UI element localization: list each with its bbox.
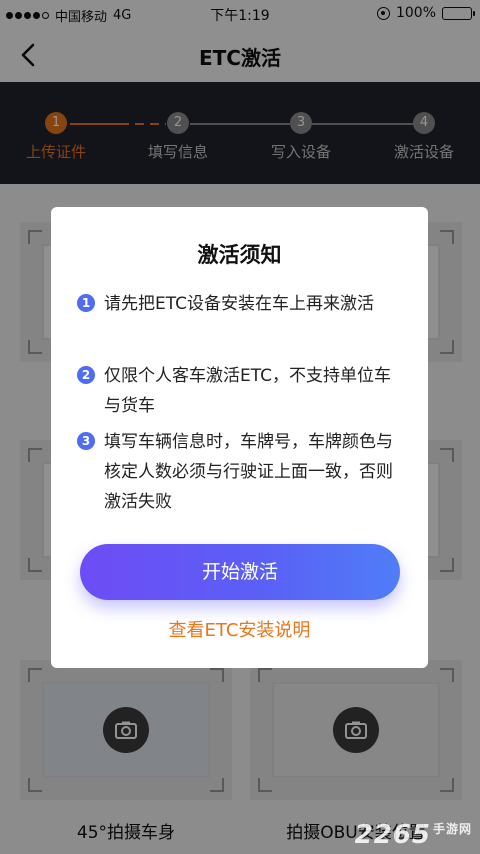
notice-item: 3 填写车辆信息时，车牌号，车牌颜色与核定人数必须与行驶证上面一致，否则激活失败 [77, 427, 407, 517]
notice-text: 填写车辆信息时，车牌号，车牌颜色与核定人数必须与行驶证上面一致，否则激活失败 [104, 432, 393, 512]
notice-number-badge: 3 [77, 432, 95, 450]
install-guide-link[interactable]: 查看ETC安装说明 [51, 616, 428, 642]
dialog-title: 激活须知 [197, 243, 282, 267]
notice-number-badge: 1 [77, 294, 95, 312]
notice-number-badge: 2 [77, 366, 95, 384]
activation-notice-dialog: 激活须知 1 请先把ETC设备安装在车上再来激活 2 仅限个人客车激活ETC，不… [51, 207, 428, 668]
notice-text: 仅限个人客车激活ETC，不支持单位车与货车 [104, 366, 391, 416]
notice-text: 请先把ETC设备安装在车上再来激活 [104, 294, 374, 314]
start-activation-button[interactable]: 开始激活 [80, 544, 400, 600]
notice-item: 1 请先把ETC设备安装在车上再来激活 [77, 289, 407, 319]
watermark-text: 2265 [354, 820, 431, 850]
notice-item: 2 仅限个人客车激活ETC，不支持单位车与货车 [77, 361, 407, 421]
watermark-subtext: 手游网 [432, 822, 472, 836]
site-watermark-logo: 2265 手游网 [355, 820, 472, 850]
